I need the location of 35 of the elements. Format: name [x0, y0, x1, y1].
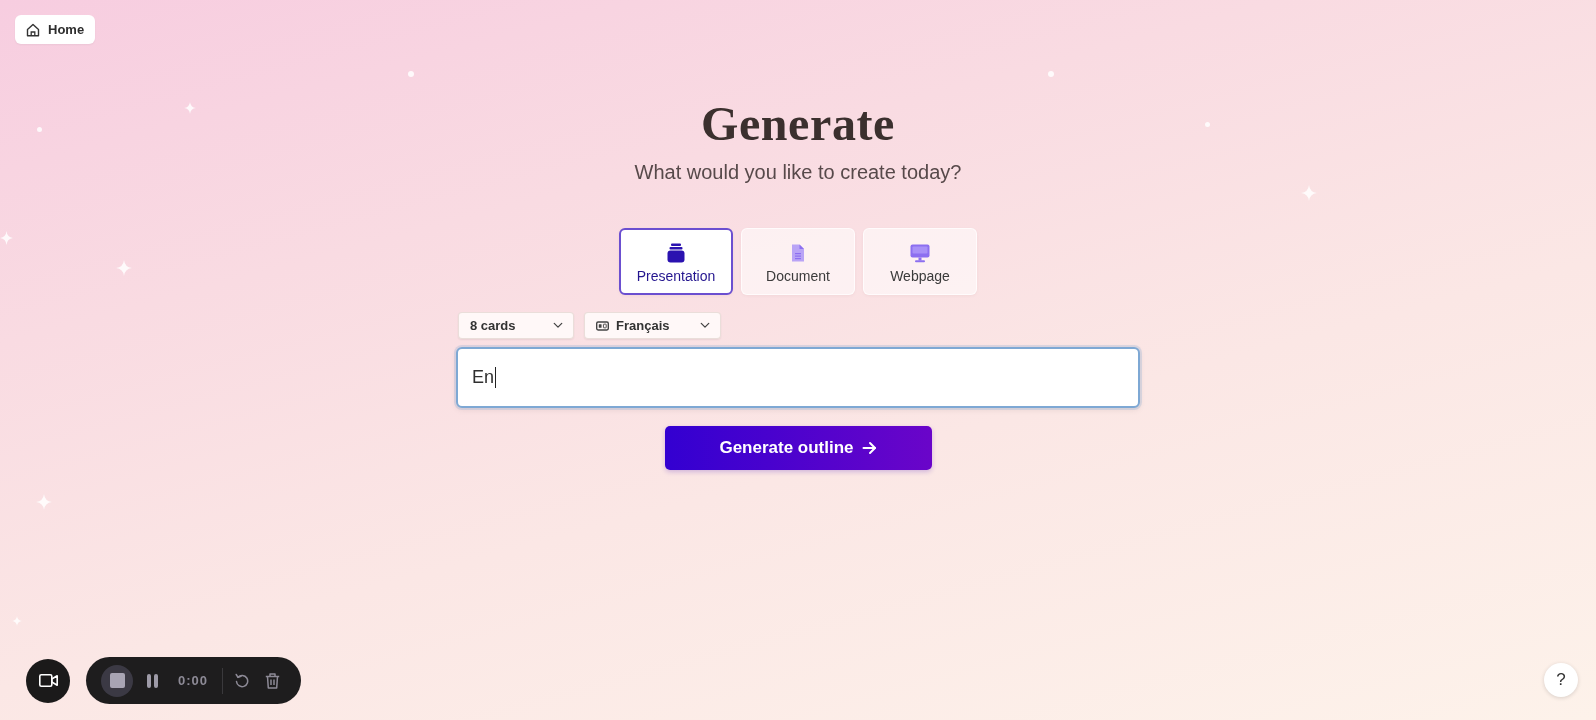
language-icon [596, 320, 609, 331]
sparkle-icon [0, 231, 13, 245]
sparkle-icon [1301, 185, 1317, 201]
content-type-tab[interactable]: Webpage [863, 228, 977, 295]
pause-icon[interactable] [147, 673, 158, 688]
recording-timer: 0:00 [178, 673, 209, 688]
page-title: Generate [700, 96, 895, 152]
card-count-dropdown[interactable]: 8 cards [458, 312, 574, 339]
page-subtitle: What would you like to create today? [634, 160, 962, 184]
sparkle-icon [116, 260, 132, 276]
chevron-down-icon [700, 322, 710, 329]
stop-icon [109, 673, 125, 688]
generate-outline-button[interactable]: Generate outline [664, 426, 932, 470]
prompt-field[interactable]: En [456, 347, 1140, 408]
sparkle-icon [36, 494, 52, 510]
sparkle-dot-icon [408, 71, 414, 77]
monitor-icon [910, 243, 930, 263]
restart-icon[interactable] [235, 673, 250, 688]
sparkle-dot-icon [37, 127, 42, 132]
help-button[interactable]: ? [1544, 662, 1578, 697]
home-button[interactable]: Home [15, 15, 96, 44]
language-dropdown[interactable]: Français [584, 312, 721, 339]
content-type-tab[interactable]: Presentation [619, 228, 733, 295]
camera-button[interactable] [26, 658, 70, 703]
stop-button[interactable] [101, 664, 133, 697]
sparkle-dot-icon [1048, 71, 1054, 77]
video-camera-icon [38, 674, 58, 687]
trash-icon[interactable] [265, 672, 281, 689]
content-type-tab[interactable]: Document [741, 228, 855, 295]
stack-icon [666, 243, 686, 263]
house-icon [26, 22, 40, 37]
arrow-right-icon [861, 441, 877, 455]
chevron-down-icon [553, 322, 563, 329]
sparkle-dot-icon [1205, 122, 1210, 127]
sparkle-icon [184, 102, 196, 114]
